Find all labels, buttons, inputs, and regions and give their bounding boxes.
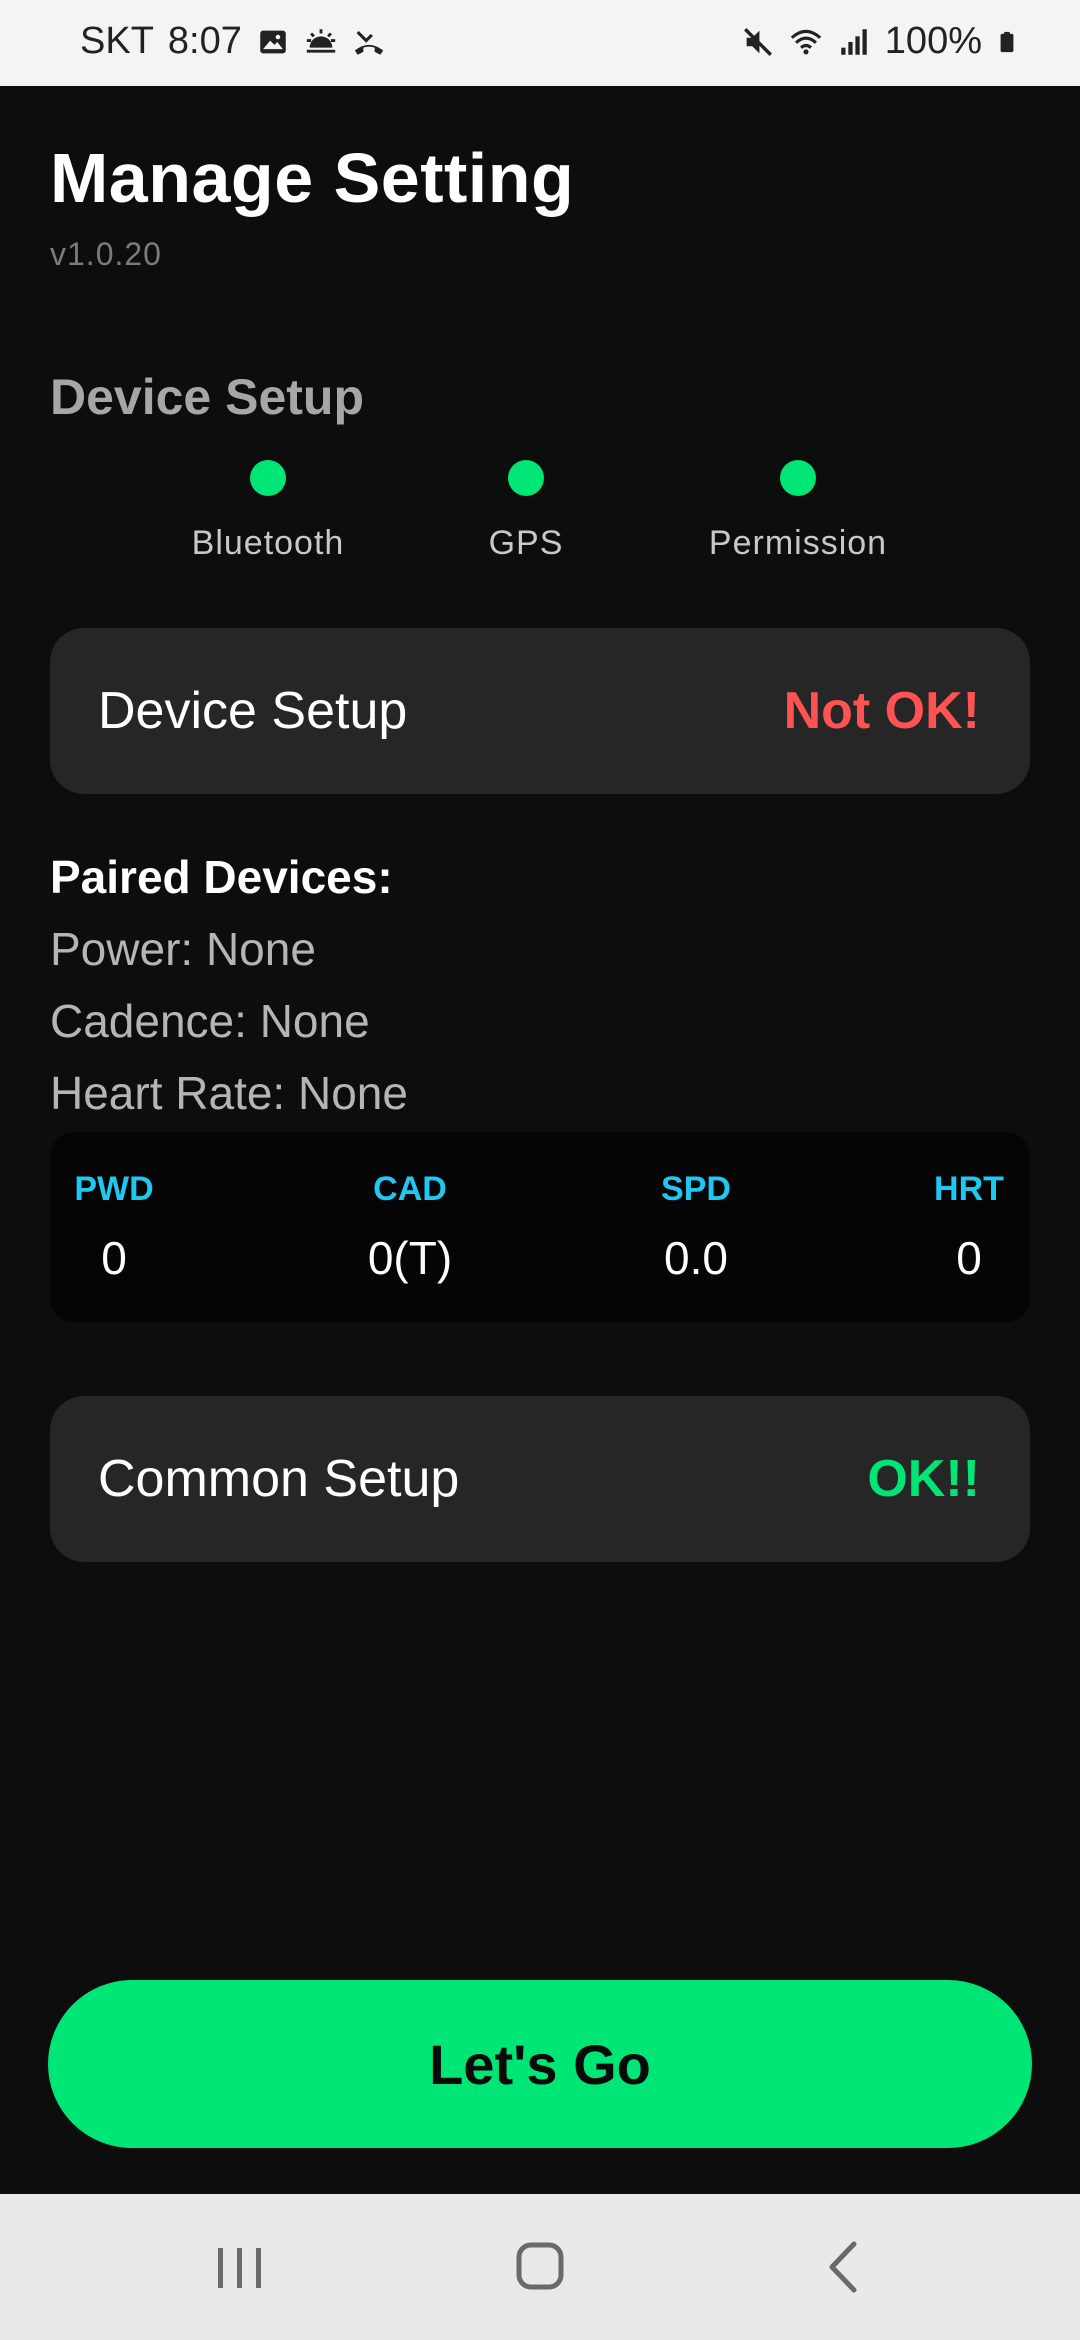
metric-value: 0(T)	[367, 1232, 453, 1284]
device-setup-card[interactable]: Device Setup Not OK!	[50, 628, 1030, 794]
wifi-icon	[790, 29, 822, 54]
status-dot	[780, 460, 816, 496]
missed-call-icon	[354, 30, 384, 55]
metric-label: HRT	[934, 1170, 1004, 1208]
metrics-panel: PWD 0 CAD 0(T) SPD 0.0 HRT 0	[50, 1132, 1030, 1322]
weather-icon	[306, 28, 336, 53]
indicator-label: GPS	[488, 524, 564, 562]
device-setup-section-title: Device Setup	[50, 369, 365, 425]
mute-icon	[743, 27, 772, 56]
back-icon[interactable]	[804, 2234, 884, 2300]
metric-value: 0	[956, 1232, 982, 1284]
indicator-label: Bluetooth	[191, 524, 345, 562]
common-setup-status: OK!!	[867, 1450, 980, 1508]
paired-cadence: Cadence: None	[50, 995, 370, 1047]
permission-indicator: Permission	[668, 460, 928, 563]
bluetooth-indicator: Bluetooth	[138, 460, 398, 563]
metric-label: PWD	[74, 1170, 154, 1208]
metric-spd: SPD 0.0	[646, 1170, 746, 1285]
carrier-label: SKT	[80, 20, 154, 62]
battery-icon	[1000, 31, 1014, 52]
metric-cad: CAD 0(T)	[340, 1170, 480, 1285]
version-label: v1.0.20	[50, 236, 162, 272]
paired-power: Power: None	[50, 923, 316, 975]
gps-indicator: GPS	[396, 460, 656, 563]
common-setup-card-label: Common Setup	[98, 1450, 460, 1508]
status-dot	[508, 460, 544, 496]
device-setup-status: Not OK!	[783, 682, 980, 740]
page-title: Manage Setting	[50, 139, 575, 217]
main-content: Manage Setting v1.0.20 Device Setup Blue…	[0, 86, 1080, 2194]
metric-pwd: PWD 0	[72, 1170, 156, 1285]
recent-apps-icon[interactable]	[200, 2234, 280, 2300]
metric-value: 0	[101, 1232, 127, 1284]
paired-heart-rate: Heart Rate: None	[50, 1067, 408, 1119]
navigation-bar	[0, 2194, 1080, 2340]
device-setup-card-label: Device Setup	[98, 682, 408, 740]
metric-hrt: HRT 0	[924, 1170, 1014, 1285]
image-icon	[260, 30, 286, 53]
status-dot	[250, 460, 286, 496]
lets-go-button[interactable]: Let's Go	[48, 1980, 1032, 2148]
battery-percent: 100%	[884, 20, 982, 62]
status-bar: SKT 8:07 100%	[0, 0, 1080, 86]
indicator-label: Permission	[708, 524, 888, 562]
home-icon[interactable]	[500, 2234, 580, 2300]
metric-value: 0.0	[664, 1232, 728, 1284]
signal-icon	[841, 28, 867, 55]
paired-devices-title: Paired Devices:	[50, 851, 393, 903]
clock: 8:07	[167, 20, 242, 62]
metric-label: SPD	[661, 1170, 731, 1208]
status-right: 100%	[741, 20, 1018, 63]
metric-label: CAD	[373, 1170, 447, 1208]
common-setup-card[interactable]: Common Setup OK!!	[50, 1396, 1030, 1562]
status-left: SKT 8:07	[80, 20, 386, 63]
